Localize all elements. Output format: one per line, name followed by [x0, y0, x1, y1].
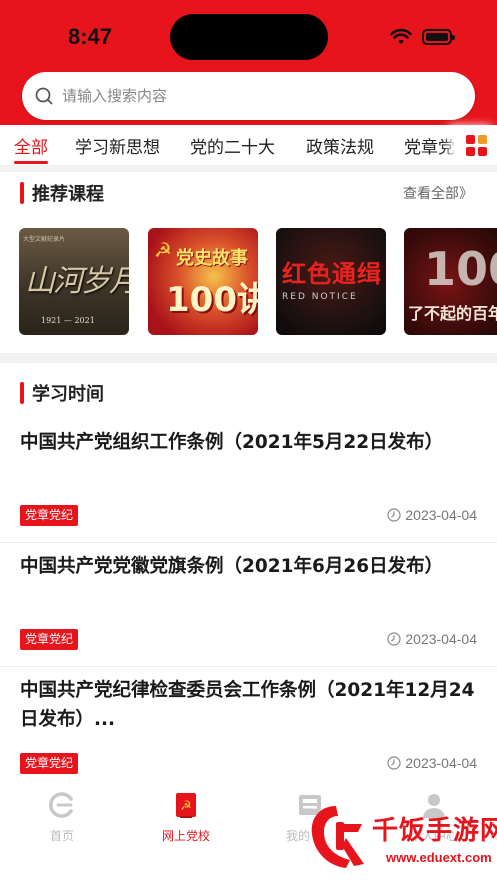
article-item[interactable]: 中国共产党党徽党旗条例（2021年6月26日发布） 党章党纪 2023-04-0… [0, 552, 497, 652]
article-date: 2023-04-04 [387, 631, 477, 647]
section-title: 学习时间 [32, 384, 104, 405]
tab-new-thought[interactable]: 学习新思想 [75, 133, 160, 158]
watermark-logo-icon [311, 806, 364, 868]
date-text: 2023-04-04 [405, 507, 477, 523]
article-tag: 党章党纪 [20, 505, 79, 526]
course-title: 党史故事 [176, 248, 248, 269]
article-title[interactable]: 中国共产党纪律检查委员会工作条例（2021年12月24日发布）... [20, 676, 480, 734]
course-number: 100 [424, 242, 497, 296]
clock-icon [387, 508, 401, 522]
tab-party-rules[interactable]: 党章党 [404, 133, 455, 158]
article-item[interactable]: 中国共产党纪律检查委员会工作条例（2021年12月24日发布）... 党章党纪 … [0, 676, 497, 776]
category-grid-icon[interactable] [455, 125, 497, 165]
status-time: 8:47 [68, 24, 113, 49]
tab-all[interactable]: 全部 [14, 133, 48, 158]
course-carousel[interactable]: 大型文献纪录片 山河岁月 1921 — 2021 ☭ 党史故事 100讲 红色通… [0, 228, 497, 336]
separator [0, 542, 497, 543]
dynamic-island [170, 14, 328, 60]
home-icon [49, 792, 73, 818]
article-title[interactable]: 中国共产党党徽党旗条例（2021年6月26日发布） [20, 552, 480, 581]
nav-label: 首页 [49, 829, 74, 843]
tab-policy[interactable]: 政策法规 [306, 133, 374, 158]
search-bar[interactable] [22, 72, 475, 120]
course-title: 红色通缉 [282, 259, 382, 288]
course-card[interactable]: 大型文献纪录片 山河岁月 1921 — 2021 [19, 228, 129, 335]
search-input[interactable] [62, 87, 442, 105]
course-title: 山河岁月 [25, 264, 129, 299]
svg-text:☭: ☭ [180, 799, 192, 814]
course-years: 1921 — 2021 [41, 316, 95, 325]
section-marker [20, 182, 24, 204]
category-tabs: 全部 学习新思想 党的二十大 政策法规 党章党 [0, 125, 497, 167]
section-marker [20, 382, 24, 404]
article-title[interactable]: 中国共产党组织工作条例（2021年5月22日发布） [20, 428, 480, 457]
watermark-text: 千饭手游网 [372, 816, 497, 846]
course-subtitle: 大型文献纪录片 [23, 236, 66, 243]
clock-icon [387, 756, 401, 770]
section-title: 推荐课程 [32, 184, 104, 205]
tab-twentieth-congress[interactable]: 党的二十大 [190, 133, 275, 158]
divider [0, 165, 497, 172]
article-tag: 党章党纪 [20, 629, 79, 650]
nav-party-school[interactable]: ☭ 网上党校 [136, 790, 236, 844]
watermark-url: www.eduext.com [386, 850, 492, 865]
wifi-icon [390, 28, 412, 44]
view-all-link[interactable]: 查看全部》 [403, 183, 473, 203]
course-count: 100讲 [166, 280, 258, 320]
course-card[interactable]: 100 了不起的百年 [404, 228, 497, 335]
nav-home[interactable]: 首页 [12, 790, 112, 844]
search-icon [35, 87, 53, 105]
separator [0, 666, 497, 667]
tab-active-indicator [14, 161, 48, 164]
article-date: 2023-04-04 [387, 755, 477, 771]
course-subtitle: RED NOTICE [282, 292, 358, 302]
divider [0, 353, 497, 363]
party-school-icon: ☭ [176, 793, 196, 818]
watermark: 千饭手游网 www.eduext.com [300, 802, 497, 878]
date-text: 2023-04-04 [405, 755, 477, 771]
course-card[interactable]: 红色通缉 RED NOTICE [276, 228, 386, 335]
battery-icon [422, 29, 455, 45]
date-text: 2023-04-04 [405, 631, 477, 647]
article-tag: 党章党纪 [20, 753, 79, 774]
article-date: 2023-04-04 [387, 507, 477, 523]
article-item[interactable]: 中国共产党组织工作条例（2021年5月22日发布） 党章党纪 2023-04-0… [0, 428, 497, 528]
recommended-header: 推荐课程 查看全部》 [0, 178, 497, 208]
course-title: 了不起的百年 [408, 304, 497, 323]
nav-label: 网上党校 [161, 829, 210, 843]
study-header: 学习时间 [0, 378, 497, 408]
course-card[interactable]: ☭ 党史故事 100讲 [148, 228, 258, 335]
header: 8:47 [0, 0, 497, 125]
clock-icon [387, 632, 401, 646]
hammer-sickle-icon: ☭ [154, 238, 172, 262]
